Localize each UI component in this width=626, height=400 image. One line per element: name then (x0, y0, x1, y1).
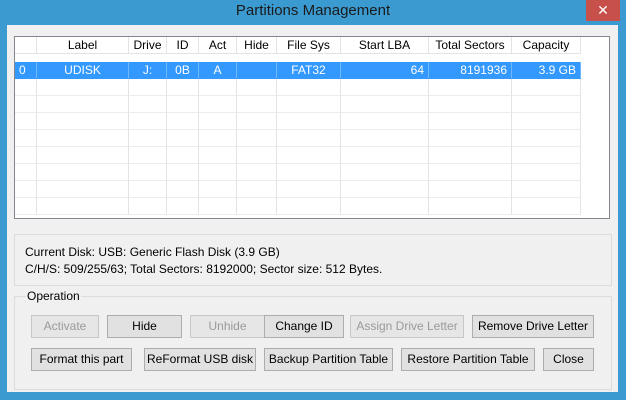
cell-drive: J: (129, 62, 167, 79)
empty-row (15, 130, 581, 147)
chs-info-text: C/H/S: 509/255/63; Total Sectors: 819200… (25, 262, 383, 276)
hide-button[interactable]: Hide (107, 315, 182, 338)
restore-partition-table-button[interactable]: Restore Partition Table (401, 348, 535, 371)
remove-drive-letter-button[interactable]: Remove Drive Letter (472, 315, 594, 338)
empty-row (15, 164, 581, 181)
backup-partition-table-button[interactable]: Backup Partition Table (264, 348, 393, 371)
column-header-hide[interactable]: Hide (237, 37, 277, 54)
empty-row (15, 198, 581, 215)
unhide-button[interactable]: Unhide (190, 315, 265, 338)
cell-label: UDISK (37, 62, 129, 79)
cell-id: 0B (167, 62, 199, 79)
column-header-act[interactable]: Act (199, 37, 237, 54)
cell-file-sys: FAT32 (277, 62, 341, 79)
empty-row (15, 147, 581, 164)
column-header-start-lba[interactable]: Start LBA (341, 37, 429, 54)
window-title: Partitions Management (235, 2, 391, 19)
cell-start-lba: 64 (341, 62, 429, 79)
change-id-button[interactable]: Change ID (264, 315, 344, 338)
disk-info-panel: Current Disk: USB: Generic Flash Disk (3… (14, 234, 612, 286)
cell-capacity: 3.9 GB (512, 62, 581, 79)
table-header: Label Drive ID Act Hide File Sys Start L… (15, 37, 581, 54)
table-row[interactable]: 0 UDISK J: 0B A FAT32 64 8191936 3.9 GB (15, 62, 581, 79)
cell-index: 0 (15, 62, 37, 79)
window-close-button[interactable]: ✕ (586, 0, 620, 21)
assign-drive-letter-button[interactable]: Assign Drive Letter (350, 315, 464, 338)
close-button[interactable]: Close (543, 348, 594, 371)
column-header-total-sectors[interactable]: Total Sectors (429, 37, 512, 54)
cell-act: A (199, 62, 237, 79)
column-header-label[interactable]: Label (37, 37, 129, 54)
partition-table[interactable]: Label Drive ID Act Hide File Sys Start L… (14, 36, 610, 219)
empty-row (15, 96, 581, 113)
format-part-button[interactable]: Format this part (31, 348, 132, 371)
empty-row (15, 113, 581, 130)
cell-total-sectors: 8191936 (429, 62, 512, 79)
reformat-usb-button[interactable]: ReFormat USB disk (144, 348, 256, 371)
empty-row (15, 181, 581, 198)
column-header-file-sys[interactable]: File Sys (277, 37, 341, 54)
operation-group-label: Operation (26, 289, 81, 303)
dialog-client-area: Label Drive ID Act Hide File Sys Start L… (7, 25, 618, 392)
column-header-drive[interactable]: Drive (129, 37, 167, 54)
title-bar[interactable]: Partitions Management ✕ (0, 0, 626, 24)
column-header-capacity[interactable]: Capacity (512, 37, 581, 54)
empty-row (15, 79, 581, 96)
column-header-index[interactable] (15, 37, 37, 54)
current-disk-text: Current Disk: USB: Generic Flash Disk (3… (25, 245, 280, 259)
cell-hide (237, 62, 277, 79)
activate-button[interactable]: Activate (31, 315, 99, 338)
column-header-id[interactable]: ID (167, 37, 199, 54)
partitions-window: Partitions Management ✕ Label Drive ID A… (0, 0, 626, 400)
operation-group: Operation Activate Hide Unhide Change ID… (14, 289, 612, 390)
